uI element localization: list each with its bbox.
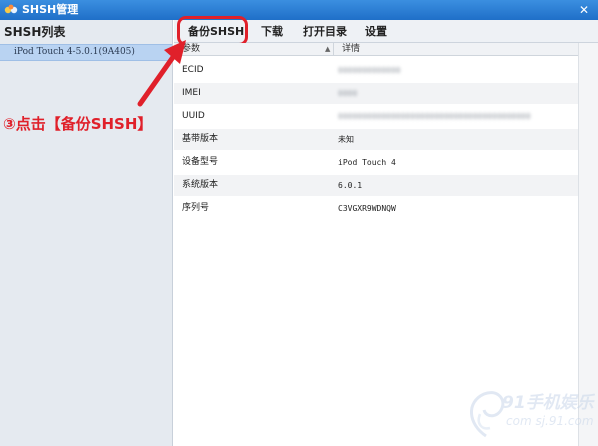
column-divider[interactable] bbox=[333, 43, 334, 56]
sidebar-item-label: iPod Touch 4-5.0.1(9A405) bbox=[14, 47, 135, 57]
tab-settings[interactable]: 设置 bbox=[365, 24, 387, 40]
app-icon bbox=[4, 4, 18, 14]
tab-open-folder[interactable]: 打开目录 bbox=[303, 24, 347, 40]
sidebar-heading: SHSH列表 bbox=[4, 25, 66, 39]
watermark-text: 91手机娱乐 bbox=[502, 393, 594, 413]
row-value: iPod Touch 4 bbox=[338, 158, 396, 167]
row-value: 0000000000000000000000000000000000000000 bbox=[338, 112, 531, 121]
table-row[interactable]: UUID 00000000000000000000000000000000000… bbox=[174, 106, 578, 127]
tab-label: 设置 bbox=[365, 25, 387, 38]
window-title: SHSH管理 bbox=[22, 3, 79, 16]
row-param: 系统版本 bbox=[182, 180, 219, 190]
row-param: 基带版本 bbox=[182, 134, 219, 144]
tab-label: 打开目录 bbox=[303, 25, 347, 38]
sort-asc-icon[interactable]: ▲ bbox=[325, 43, 330, 55]
watermark-url: com sj.91.com bbox=[506, 414, 594, 428]
row-value: 0000 bbox=[338, 89, 358, 98]
red-arrow-icon bbox=[137, 40, 186, 107]
table-row[interactable]: 序列号 C3VGXR9WDNQW bbox=[174, 198, 578, 219]
table-header: 参数 ▲ 详情 bbox=[174, 43, 578, 56]
column-header-detail[interactable]: 详情 bbox=[342, 43, 360, 55]
table-row[interactable]: 设备型号 iPod Touch 4 bbox=[174, 152, 578, 173]
row-param: 设备型号 bbox=[182, 157, 219, 167]
table-row[interactable]: ECID 0000000000000 bbox=[174, 60, 578, 81]
row-value: 未知 bbox=[338, 135, 354, 144]
toolbar-tabs: 备份SHSH 下载 打开目录 设置 bbox=[174, 16, 598, 46]
tab-label: 下载 bbox=[261, 25, 283, 38]
table-row[interactable]: 基带版本 未知 bbox=[174, 129, 578, 150]
table-row[interactable]: IMEI 0000 bbox=[174, 83, 578, 104]
row-value: 0000000000000 bbox=[338, 66, 401, 75]
row-value: 6.0.1 bbox=[338, 181, 363, 190]
step-annotation: ③点击【备份SHSH】 bbox=[3, 115, 153, 133]
row-param: 序列号 bbox=[182, 203, 210, 213]
title-bar: SHSH管理 ✕ bbox=[0, 0, 598, 20]
table-row[interactable]: 系统版本 6.0.1 bbox=[174, 175, 578, 196]
site-watermark: 91手机娱乐 com sj.91.com bbox=[462, 384, 594, 442]
row-value: C3VGXR9WDNQW bbox=[338, 204, 396, 213]
tab-download[interactable]: 下载 bbox=[261, 24, 283, 40]
close-icon[interactable]: ✕ bbox=[576, 2, 592, 18]
